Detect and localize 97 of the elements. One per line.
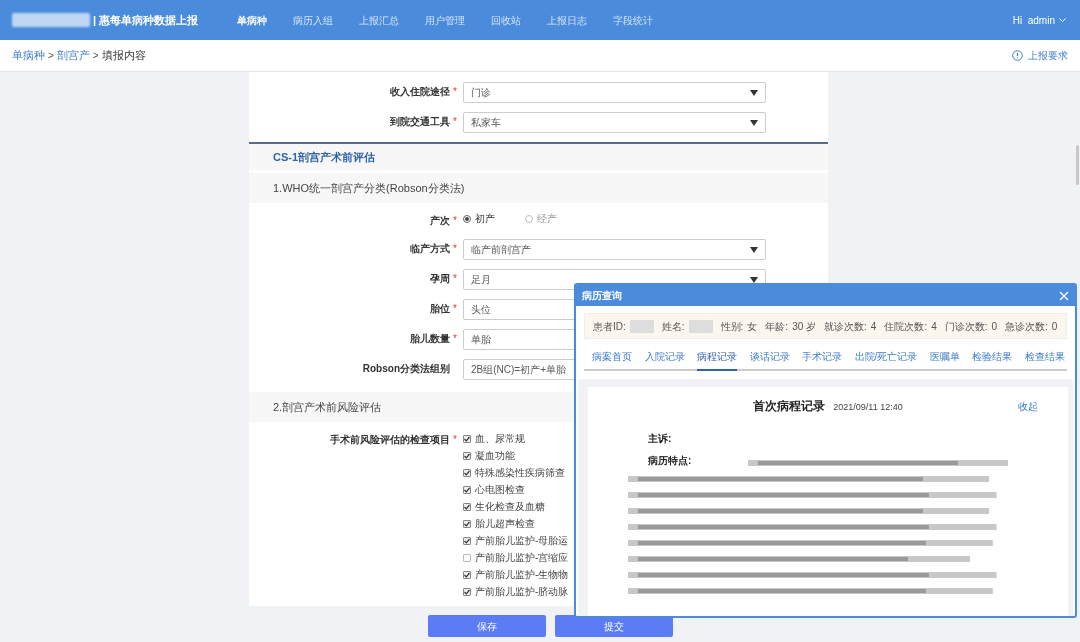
select-field[interactable]: 门诊	[463, 82, 766, 103]
info-value: 4	[931, 319, 937, 334]
check-icon	[464, 435, 470, 442]
subsection-header: 1.WHO统一剖宫产分类(Robson分类法)	[249, 173, 828, 203]
record-time: 2021/09/11 12:40	[833, 401, 903, 414]
checkbox-option[interactable]: 血、尿常规	[463, 430, 569, 447]
info-value: 0	[1051, 319, 1058, 334]
info-label: 患者ID:	[593, 319, 626, 334]
breadcrumb-link[interactable]: 剖宫产	[56, 47, 90, 64]
info-value: 0	[991, 319, 998, 334]
info-value: 女	[747, 319, 758, 334]
field-label: 产次	[430, 214, 450, 228]
check-icon	[464, 571, 470, 578]
select-field[interactable]: 临产前剖宫产	[463, 239, 766, 260]
record-tab[interactable]: 病案首页	[592, 349, 632, 369]
nav-link[interactable]: 回收站	[480, 12, 533, 28]
checkbox-option[interactable]: 产前胎儿监护-生物物	[463, 566, 569, 583]
field-label: 胎位	[430, 302, 450, 316]
radio-option[interactable]: 经产	[525, 211, 557, 226]
checkbox-option[interactable]: 特殊感染性疾病筛查	[463, 464, 569, 481]
features-label: 病历特点:	[648, 454, 693, 468]
record-tab[interactable]: 病程记录	[697, 349, 738, 371]
dropdown-caret-icon	[750, 89, 758, 96]
close-icon[interactable]	[1059, 290, 1069, 301]
required-mark: *	[453, 214, 457, 228]
field-label: 收入住院途径	[390, 85, 450, 99]
select-field[interactable]: 私家车	[463, 112, 766, 133]
chevron-down-icon	[1059, 17, 1066, 23]
check-icon	[464, 452, 470, 459]
report-requirements-link[interactable]: 上报要求	[1012, 48, 1068, 63]
required-mark: *	[453, 115, 457, 129]
info-label: 急诊次数:	[1005, 319, 1048, 334]
breadcrumb-link[interactable]: 单病种	[12, 47, 45, 64]
check-icon	[464, 588, 470, 595]
field-label: 孕周	[430, 272, 450, 286]
nav-link[interactable]: 上报汇总	[348, 12, 411, 28]
checkbox-option[interactable]: 心电图检查	[463, 481, 569, 498]
action-button[interactable]: 保存	[427, 615, 546, 637]
collapse-link[interactable]: 收起	[1018, 399, 1038, 414]
breadcrumb-separator: >	[92, 49, 99, 63]
field-label: 手术前风险评估的检查项目	[330, 433, 450, 447]
checkbox-option[interactable]: 生化检查及血糖	[463, 498, 569, 515]
nav-link[interactable]: 病历入组	[282, 12, 345, 28]
required-mark: *	[453, 85, 457, 99]
record-tab[interactable]: 手术记录	[802, 349, 843, 369]
required-mark: *	[453, 332, 457, 346]
field-label: Robson分类法组别	[362, 362, 450, 376]
dropdown-caret-icon	[750, 119, 758, 126]
complaint-label: 主诉:	[648, 432, 673, 446]
checkbox-option[interactable]: 凝血功能	[463, 447, 569, 464]
record-tab[interactable]: 谈话记录	[749, 349, 790, 369]
required-mark: *	[453, 302, 457, 316]
record-tab[interactable]: 检查结果	[1024, 349, 1065, 369]
nav-link[interactable]: 单病种	[226, 12, 279, 28]
field-label: 到院交通工具	[390, 115, 450, 129]
record-tab[interactable]: 检验结果	[972, 349, 1013, 369]
redacted-value	[629, 319, 654, 333]
breadcrumb-separator: >	[48, 49, 54, 63]
info-icon	[1012, 50, 1023, 61]
checkbox-option[interactable]: 产前胎儿监护-母胎运	[463, 532, 569, 549]
info-label: 门诊次数:	[944, 319, 988, 334]
record-tab[interactable]: 入院记录	[644, 349, 685, 369]
nav-link[interactable]: 字段统计	[602, 12, 665, 28]
check-icon	[464, 469, 470, 476]
app-title: | 惠每单病种数据上报	[93, 12, 199, 28]
checkbox-option[interactable]: 产前胎儿监护-宫缩应	[463, 549, 569, 566]
check-icon	[464, 503, 470, 510]
dialog-title-bar: 病历查询	[576, 285, 1075, 306]
record-tab[interactable]: 出院/死亡记录	[854, 349, 918, 369]
check-icon	[464, 486, 470, 493]
field-label: 临产方式	[410, 242, 450, 256]
info-label: 姓名:	[661, 319, 685, 334]
checkbox-option[interactable]: 胎儿超声检查	[463, 515, 569, 532]
info-label: 住院次数:	[884, 319, 928, 334]
redacted-value	[688, 319, 713, 333]
info-value: 4	[870, 319, 877, 334]
checkbox-option[interactable]: 产前胎儿监护-脐动脉	[463, 583, 569, 600]
dropdown-caret-icon	[750, 246, 758, 253]
field-label: 胎儿数量	[410, 332, 450, 346]
section-header: CS-1剖宫产术前评估	[249, 142, 828, 170]
check-icon	[464, 537, 470, 544]
record-tab[interactable]: 医嘱单	[929, 349, 960, 369]
vertical-scrollbar[interactable]	[1076, 145, 1079, 185]
breadcrumb-current: 填报内容	[101, 48, 146, 64]
info-value: 30 岁	[792, 319, 817, 334]
info-label: 性别:	[720, 319, 744, 334]
info-label: 就诊次数:	[824, 319, 867, 334]
info-label: 年龄:	[765, 319, 789, 334]
required-mark: *	[453, 242, 457, 256]
nav-link[interactable]: 用户管理	[414, 12, 477, 28]
record-title: 首次病程记录	[753, 398, 826, 415]
radio-option[interactable]: 初产	[463, 211, 495, 226]
nav-link[interactable]: 上报日志	[536, 12, 599, 28]
user-menu[interactable]: Hi admin	[1012, 12, 1066, 28]
required-mark: *	[453, 272, 457, 286]
required-mark: *	[453, 433, 457, 447]
check-icon	[464, 520, 470, 527]
